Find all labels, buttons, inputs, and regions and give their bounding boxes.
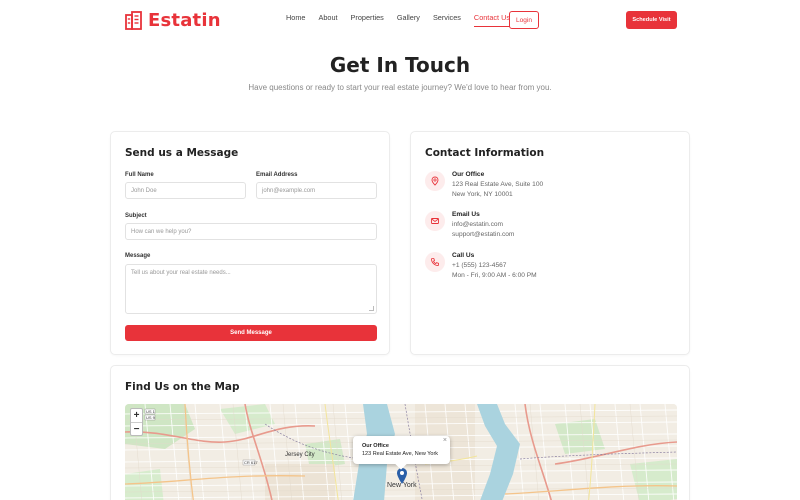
svg-text:US 1: US 1	[146, 409, 156, 414]
send-message-button[interactable]: Send Message	[125, 325, 377, 341]
site-header: Estatin Home About Properties Gallery Se…	[0, 0, 800, 42]
main-nav: Home About Properties Gallery Services C…	[286, 13, 523, 27]
message-placeholder: Tell us about your real estate needs...	[131, 270, 231, 276]
form-title: Send us a Message	[125, 147, 239, 159]
map-label-jersey-city: Jersey City	[285, 452, 315, 458]
nav-about[interactable]: About	[318, 13, 337, 27]
subject-input[interactable]: How can we help you?	[125, 223, 377, 240]
popup-address: 123 Real Estate Ave, New York	[362, 451, 439, 457]
building-icon	[125, 10, 142, 30]
svg-text:US 9: US 9	[146, 415, 156, 420]
contact-title: Contact Information	[425, 147, 545, 159]
phone-number[interactable]: +1 (555) 123-4567	[452, 262, 506, 269]
full-name-input[interactable]: John Doe	[125, 182, 246, 199]
map-view[interactable]: US 1 US 9 CR 617 + − Jersey City New Yor…	[125, 404, 677, 500]
nav-services[interactable]: Services	[433, 13, 461, 27]
zoom-controls: + −	[130, 408, 143, 436]
contact-info-card: Contact Information Our Office 123 Real …	[410, 131, 690, 355]
message-label: Message	[125, 253, 151, 259]
mail-icon	[425, 211, 445, 231]
login-button[interactable]: Login	[509, 11, 539, 29]
office-address-line1: 123 Real Estate Ave, Suite 100	[452, 181, 544, 188]
email-placeholder: john@example.com	[262, 187, 316, 194]
phone-icon	[425, 252, 445, 272]
subject-placeholder: How can we help you?	[131, 228, 192, 235]
page-title: Get In Touch	[329, 53, 471, 77]
schedule-visit-button[interactable]: Schedule Visit	[626, 11, 677, 29]
nav-properties[interactable]: Properties	[351, 13, 384, 27]
brand-logo[interactable]: Estatin	[124, 10, 221, 31]
svg-text:CR 617: CR 617	[244, 460, 258, 465]
resize-handle[interactable]	[369, 306, 374, 311]
map-pin-icon[interactable]	[397, 468, 407, 484]
email-title: Email Us	[452, 211, 480, 218]
message-textarea[interactable]: Tell us about your real estate needs...	[125, 264, 377, 314]
page-subtitle: Have questions or ready to start your re…	[248, 83, 552, 92]
location-icon	[425, 171, 445, 191]
full-name-placeholder: John Doe	[131, 187, 157, 194]
map-title: Find Us on the Map	[125, 381, 240, 393]
popup-close-button[interactable]: ×	[443, 437, 447, 444]
email-line1[interactable]: info@estatin.com	[452, 221, 503, 228]
map-popup: Our Office 123 Real Estate Ave, New York…	[353, 436, 450, 470]
call-title: Call Us	[452, 252, 475, 259]
brand-name: Estatin	[148, 10, 221, 31]
nav-home[interactable]: Home	[286, 13, 305, 27]
map-card: Find Us on the Map US 1 US 9 CR 617 + − …	[110, 365, 690, 500]
message-form-card: Send us a Message Full Name John Doe Ema…	[110, 131, 390, 355]
email-label: Email Address	[256, 172, 298, 178]
office-hours: Mon - Fri, 9:00 AM - 6:00 PM	[452, 272, 537, 279]
nav-gallery[interactable]: Gallery	[397, 13, 420, 27]
popup-title: Our Office	[362, 443, 389, 449]
office-title: Our Office	[452, 171, 485, 178]
zoom-out-button[interactable]: −	[131, 422, 142, 435]
email-input[interactable]: john@example.com	[256, 182, 377, 199]
zoom-in-button[interactable]: +	[131, 409, 142, 422]
full-name-label: Full Name	[125, 172, 154, 178]
subject-label: Subject	[125, 213, 147, 219]
email-line2[interactable]: support@estatin.com	[452, 231, 514, 238]
office-address-line2: New York, NY 10001	[452, 191, 513, 198]
nav-contact-us[interactable]: Contact Us	[473, 13, 511, 27]
